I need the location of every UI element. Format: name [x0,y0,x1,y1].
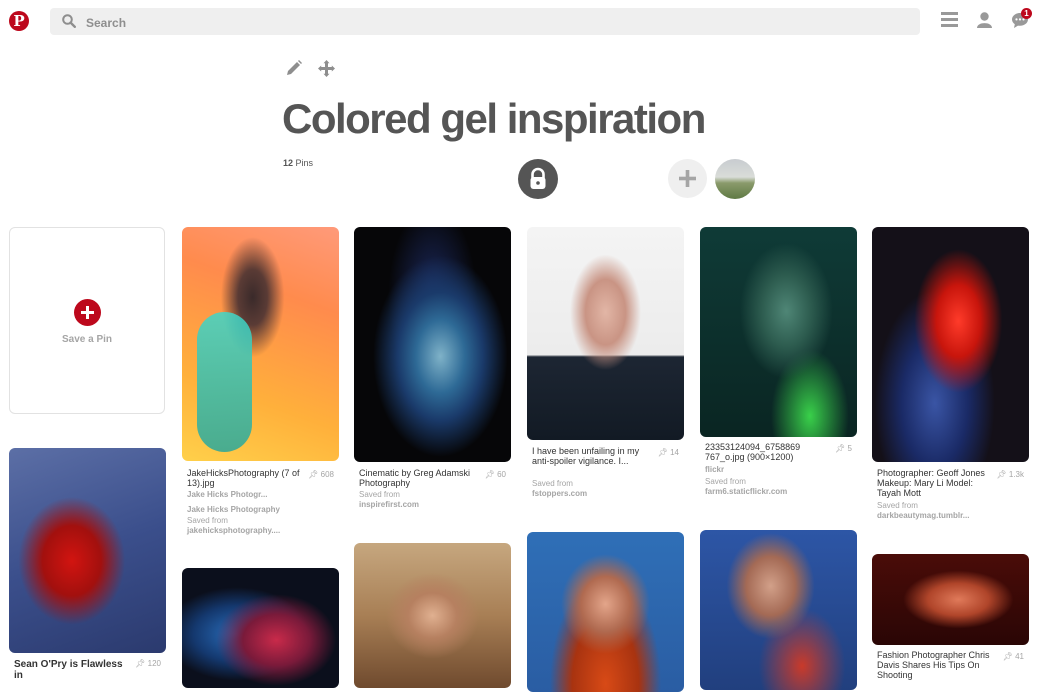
menu-icon[interactable] [941,12,958,32]
saved-from-label: Saved from [187,516,228,525]
notification-badge: 1 [1021,8,1032,19]
plus-icon [679,170,696,187]
pin-save-count-value: 14 [670,448,679,457]
pin-board-name[interactable]: Jake Hicks Photography [187,505,332,515]
pinner-name: Jake Hicks Photogr... [187,490,268,499]
add-collaborator-button[interactable] [668,159,707,198]
pin-source[interactable]: farm6.staticflickr.com [705,487,850,497]
pin-count-number: 12 [283,158,294,168]
pinner-name: flickr [705,465,725,474]
collaborator-avatar[interactable] [715,159,755,199]
pin-source[interactable]: darkbeautymag.tumblr... [877,511,1022,521]
pin-save-count-value: 1.3k [1008,470,1024,479]
secret-board-lock-button[interactable] [518,159,558,199]
pin-image[interactable] [872,227,1029,462]
pin-source[interactable]: fstoppers.com [532,489,677,499]
pin-description: I have been unfailing in my anti-spoiler… [532,446,640,466]
pin-description: Fashion Photographer Chris Davis Shares … [877,650,990,680]
board-title: Colored gel inspiration [282,95,706,142]
add-pin-plus-icon [74,299,101,326]
organize-move-icon[interactable] [318,60,335,82]
pin-description: Photographer: Geoff Jones Makeup: Mary L… [877,468,985,498]
pin-source-domain: jakehicksphotography.... [187,526,281,535]
pin-count: 12 Pins [283,158,313,168]
pin-source[interactable]: jakehicksphotography.... [187,526,332,536]
pin-save-count: 📌︎ 5 [835,444,852,453]
pin-description: 23353124094_6758869 767_o.jpg (900×1200) [705,442,801,462]
pin-description: JakeHicksPhotography (7 of 13).jpg [187,468,300,488]
profile-icon[interactable] [977,12,992,33]
pin-image[interactable] [354,227,511,462]
save-a-pin-label: Save a Pin [61,334,113,345]
pin-save-count-value: 41 [1015,652,1024,661]
pin-image[interactable] [700,227,857,437]
pin-save-count: 📌︎ 14 [657,448,679,457]
pin-image[interactable] [354,543,511,688]
pin-source-domain: fstoppers.com [532,489,588,498]
pin-description: Sean O'Pry is Flawless in [14,659,123,681]
pin-image[interactable] [182,227,339,461]
save-a-pin-card[interactable]: Save a Pin [9,227,165,414]
pin-save-count: 📌︎ 60 [484,470,506,479]
pin-image[interactable] [527,532,684,692]
pin-image[interactable] [872,554,1029,645]
saved-from-label: Saved from [705,477,746,486]
pin-source-domain: farm6.staticflickr.com [705,487,788,496]
search-icon [62,14,77,33]
pin-save-count: 📌︎ 120 [135,659,161,668]
pin-image[interactable] [527,227,684,440]
pin-description: Cinematic by Greg Adamski Photography [359,468,471,488]
saved-from-label: Saved from [532,479,573,488]
pin-save-count-value: 60 [497,470,506,479]
pin-image[interactable] [9,448,166,653]
pin-save-count: 📌︎ 41 [1002,652,1024,661]
saved-from-label: Saved from [359,490,400,499]
saved-from-label: Saved from [877,501,918,510]
pin-image[interactable] [700,530,857,690]
lock-icon [530,167,546,189]
pin-save-count-value: 608 [320,470,334,479]
top-navigation-bar: P 1 [0,0,1040,44]
search-input[interactable] [84,12,788,33]
pin-image[interactable] [182,568,339,688]
pin-pinner[interactable]: flickr [705,465,850,475]
edit-board-pencil-icon[interactable] [286,60,302,81]
pin-save-count: 📌︎ 608 [308,470,334,479]
pin-save-count-value: 120 [147,659,161,668]
pin-source-domain: inspirefirst.com [359,500,420,509]
pin-source-domain: darkbeautymag.tumblr... [877,511,970,520]
pin-save-count-value: 5 [847,444,852,453]
pin-source[interactable]: inspirefirst.com [359,500,504,510]
search-bar[interactable] [50,8,920,35]
pin-pinner[interactable]: Jake Hicks Photogr... [187,490,332,500]
pinterest-logo-icon[interactable]: P [9,11,29,31]
pin-save-count: 📌︎ 1.3k [996,470,1024,479]
pin-board-label: Jake Hicks Photography [187,505,280,514]
pin-count-label: Pins [295,158,314,168]
